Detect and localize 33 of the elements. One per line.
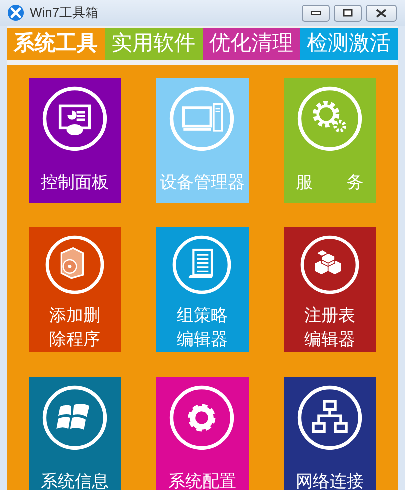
minimize-button[interactable] (302, 4, 330, 22)
windows-logo-icon (42, 384, 108, 451)
tile-label: 服 务 (296, 172, 364, 194)
tile-label: 控制面板 (41, 172, 110, 194)
tab[interactable]: 检测激活 (300, 28, 398, 60)
network-icon (296, 384, 363, 451)
close-button[interactable] (366, 4, 397, 22)
tile-label: 网络连接 (296, 470, 364, 490)
tile-label: 添加删除程序 (49, 305, 102, 352)
tile-label: 注册表编辑器 (304, 305, 356, 352)
tile-label: 设备管理器 (160, 172, 245, 194)
tool-tile[interactable]: 系统配置 (156, 376, 249, 490)
tool-tile[interactable]: 系统信息 (29, 376, 122, 490)
gears-icon (296, 86, 363, 152)
window-title: Win7工具箱 (30, 4, 99, 22)
tile-label: 系统信息 (41, 470, 110, 490)
tab[interactable]: 系统工具 (7, 28, 105, 60)
tool-tile[interactable]: 网络连接 (284, 376, 376, 490)
gear-icon (169, 384, 236, 451)
minimize-icon (311, 11, 321, 15)
tool-tile[interactable]: 控制面板 (29, 78, 122, 203)
maximize-icon (343, 9, 353, 17)
tool-tile[interactable]: 添加删除程序 (29, 227, 122, 352)
tab[interactable]: 优化清理 (202, 28, 300, 60)
monitor-icon (42, 86, 108, 152)
close-icon (376, 8, 387, 18)
tool-tile[interactable]: 注册表编辑器 (284, 227, 376, 352)
maximize-button[interactable] (334, 4, 362, 22)
computer-icon (169, 86, 236, 152)
tile-label: 系统配置 (168, 470, 236, 490)
tool-tile[interactable]: 组策略编辑器 (156, 227, 249, 352)
tile-label: 组策略编辑器 (176, 305, 228, 352)
app-logo-icon (8, 5, 24, 21)
